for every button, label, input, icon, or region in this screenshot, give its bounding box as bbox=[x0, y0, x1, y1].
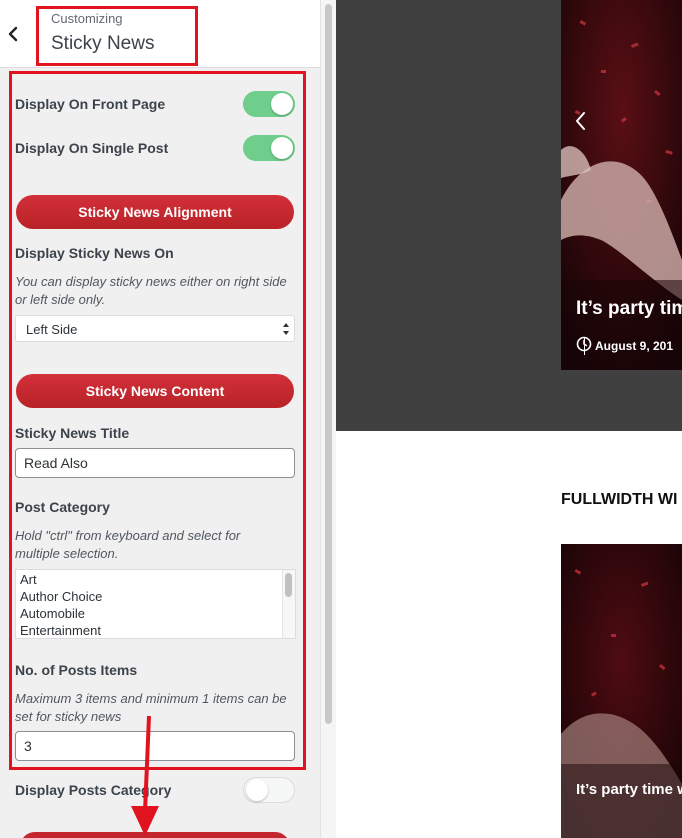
toggle-knob bbox=[271, 137, 293, 159]
category-option-automobile[interactable]: Automobile bbox=[20, 606, 85, 621]
featured-slide[interactable]: It’s party tim August 9, 201 bbox=[561, 0, 682, 370]
sticky-news-alignment-button[interactable]: Sticky News Alignment bbox=[16, 195, 294, 229]
post-category-description: Hold "ctrl" from keyboard and select for… bbox=[15, 528, 241, 561]
category-option-author-choice[interactable]: Author Choice bbox=[20, 589, 102, 604]
sticky-news-content-button[interactable]: Sticky News Content bbox=[16, 374, 294, 408]
multiselect-scrollbar[interactable] bbox=[282, 570, 295, 638]
slide-meta: August 9, 201 bbox=[576, 336, 673, 356]
category-option-art[interactable]: Art bbox=[20, 572, 37, 587]
category-option-entertainment[interactable]: Entertainment bbox=[20, 623, 101, 638]
customizing-label: Customizing bbox=[51, 11, 123, 26]
display-sticky-news-on-select[interactable]: Left Side bbox=[15, 315, 295, 342]
fullwidth-card[interactable]: It’s party time w bbox=[561, 544, 682, 838]
display-single-post-label: Display On Single Post bbox=[15, 140, 169, 156]
back-button[interactable] bbox=[0, 0, 26, 67]
display-posts-category-toggle[interactable] bbox=[243, 777, 295, 803]
display-posts-category-label: Display Posts Category bbox=[15, 782, 172, 798]
display-front-page-label: Display On Front Page bbox=[15, 96, 166, 112]
section-title: Sticky News bbox=[51, 33, 155, 54]
customizer-sidebar: Customizing Sticky News Display On Front… bbox=[0, 0, 320, 838]
next-section-button[interactable] bbox=[20, 832, 290, 838]
sticky-news-title-input[interactable]: Read Also bbox=[15, 448, 295, 478]
toggle-knob bbox=[271, 93, 293, 115]
posts-items-label: No. of Posts Items bbox=[15, 662, 138, 678]
post-category-multiselect[interactable]: Art Author Choice Automobile Entertainme… bbox=[15, 569, 296, 639]
slide-title[interactable]: It’s party tim bbox=[576, 298, 682, 320]
sidebar-scroll-thumb[interactable] bbox=[325, 4, 332, 724]
sidebar-scrollbar[interactable] bbox=[320, 0, 336, 838]
display-front-page-toggle[interactable] bbox=[243, 91, 295, 117]
customizer-header: Customizing Sticky News bbox=[0, 0, 320, 68]
header-titles-highlight: Customizing Sticky News bbox=[36, 6, 198, 66]
section-heading: FULLWIDTH WI bbox=[561, 491, 678, 508]
clock-icon bbox=[576, 336, 592, 352]
multiselect-scroll-thumb[interactable] bbox=[285, 573, 292, 597]
sticky-news-title-label: Sticky News Title bbox=[15, 425, 130, 441]
chevron-left-icon[interactable] bbox=[573, 110, 589, 132]
select-value: Left Side bbox=[26, 322, 78, 337]
card-title[interactable]: It’s party time w bbox=[576, 781, 682, 798]
display-sticky-news-on-description: You can display sticky news either on ri… bbox=[15, 274, 287, 307]
toggle-knob bbox=[246, 779, 268, 801]
display-sticky-news-on-label: Display Sticky News On bbox=[15, 245, 174, 261]
posts-items-input[interactable]: 3 bbox=[15, 731, 295, 761]
chevron-left-icon bbox=[8, 26, 18, 41]
site-preview: It’s party tim August 9, 201 FULLWIDTH W… bbox=[336, 0, 682, 838]
section-controls: Display On Front Page Display On Single … bbox=[0, 68, 310, 838]
select-arrows-icon bbox=[283, 323, 289, 335]
post-category-label: Post Category bbox=[15, 499, 110, 515]
posts-items-description: Maximum 3 items and minimum 1 items can … bbox=[15, 691, 287, 724]
slide-date: August 9, 201 bbox=[595, 339, 674, 353]
display-single-post-toggle[interactable] bbox=[243, 135, 295, 161]
